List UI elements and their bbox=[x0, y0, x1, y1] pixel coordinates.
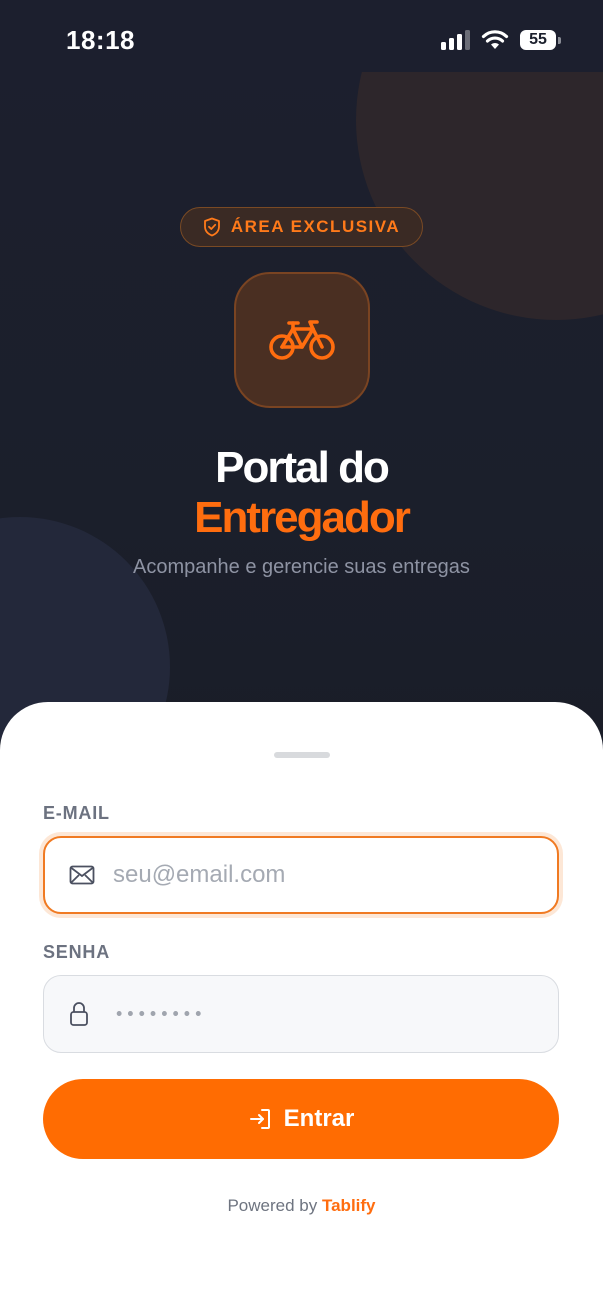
email-field[interactable] bbox=[43, 836, 559, 914]
login-button-label: Entrar bbox=[283, 1105, 355, 1132]
status-bar: 18:18 55 bbox=[0, 0, 603, 72]
password-field[interactable]: •••••••• bbox=[43, 975, 559, 1053]
signal-icon bbox=[441, 30, 471, 50]
lock-icon bbox=[70, 1002, 88, 1026]
password-label: SENHA bbox=[43, 942, 111, 962]
password-input[interactable]: •••••••• bbox=[116, 1004, 206, 1025]
shield-icon bbox=[203, 217, 220, 237]
powered-by-text: Powered by bbox=[227, 1196, 318, 1215]
brand-link[interactable]: Tablify bbox=[322, 1196, 376, 1215]
title-line-2: Entregador bbox=[194, 493, 411, 542]
sheet-handle[interactable] bbox=[274, 752, 330, 758]
login-button[interactable]: Entrar bbox=[43, 1079, 559, 1159]
email-label: E-MAIL bbox=[43, 803, 110, 823]
powered-by: Powered by Tablify bbox=[0, 1196, 603, 1216]
mail-icon bbox=[69, 865, 95, 885]
login-sheet: E-MAIL SENHA •••••••• Entrar Powered by bbox=[0, 702, 603, 1304]
battery-icon: 55 bbox=[520, 30, 561, 50]
exclusive-area-badge: ÁREA EXCLUSIVA bbox=[180, 207, 423, 247]
badge-label: ÁREA EXCLUSIVA bbox=[230, 217, 401, 236]
title-line-1: Portal do bbox=[215, 443, 390, 492]
bicycle-icon bbox=[269, 320, 335, 360]
page-title: Portal do Entregador bbox=[0, 443, 603, 543]
page-subtitle: Acompanhe e gerencie suas entregas bbox=[133, 556, 470, 578]
status-time: 18:18 bbox=[66, 25, 135, 55]
login-icon bbox=[249, 1109, 270, 1129]
email-input[interactable] bbox=[113, 838, 533, 912]
battery-level: 55 bbox=[529, 31, 547, 48]
wifi-icon bbox=[481, 30, 509, 49]
app-logo bbox=[234, 272, 370, 408]
decorative-circle-top bbox=[356, 72, 603, 320]
